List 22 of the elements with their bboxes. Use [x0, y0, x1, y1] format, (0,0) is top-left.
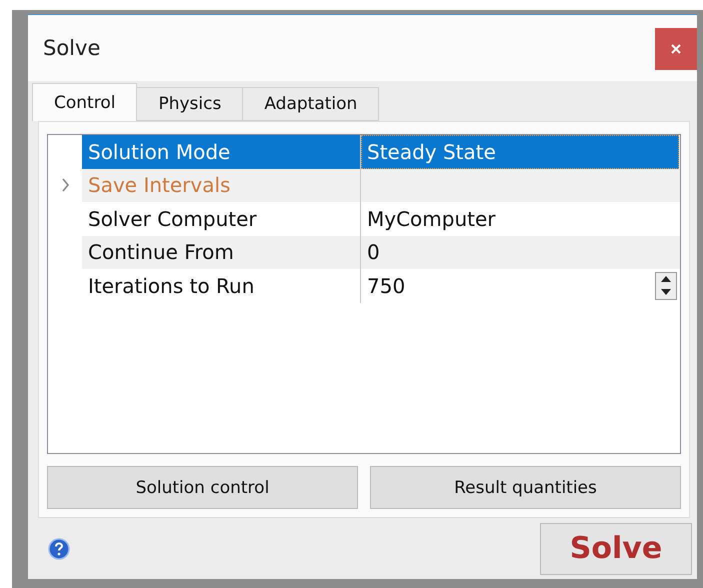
close-button[interactable]: [655, 28, 697, 70]
property-value[interactable]: 750: [361, 269, 679, 302]
panel-button[interactable]: Result quantities: [370, 466, 681, 509]
property-row[interactable]: Continue From 0: [82, 236, 680, 269]
up-icon: [661, 276, 671, 282]
property-name[interactable]: Solution Mode: [82, 135, 361, 168]
help-icon[interactable]: [48, 538, 70, 560]
property-value[interactable]: Steady State: [361, 135, 679, 168]
property-value[interactable]: 0: [361, 236, 679, 269]
property-row[interactable]: Solution Mode Steady State: [82, 135, 680, 168]
down-icon: [661, 289, 671, 296]
tab[interactable]: Physics: [136, 87, 244, 121]
window-title: Solve: [43, 36, 100, 60]
close-icon: [670, 43, 682, 55]
solve-button[interactable]: Solve: [540, 522, 692, 574]
expand-icon[interactable]: [60, 178, 70, 192]
tab[interactable]: Adaptation: [242, 87, 380, 121]
property-name[interactable]: Iterations to Run: [82, 269, 361, 302]
panel-button[interactable]: Solution control: [47, 466, 358, 509]
tab[interactable]: Control: [32, 83, 138, 121]
spin-button[interactable]: [655, 272, 677, 300]
property-value[interactable]: MyComputer: [361, 202, 679, 236]
